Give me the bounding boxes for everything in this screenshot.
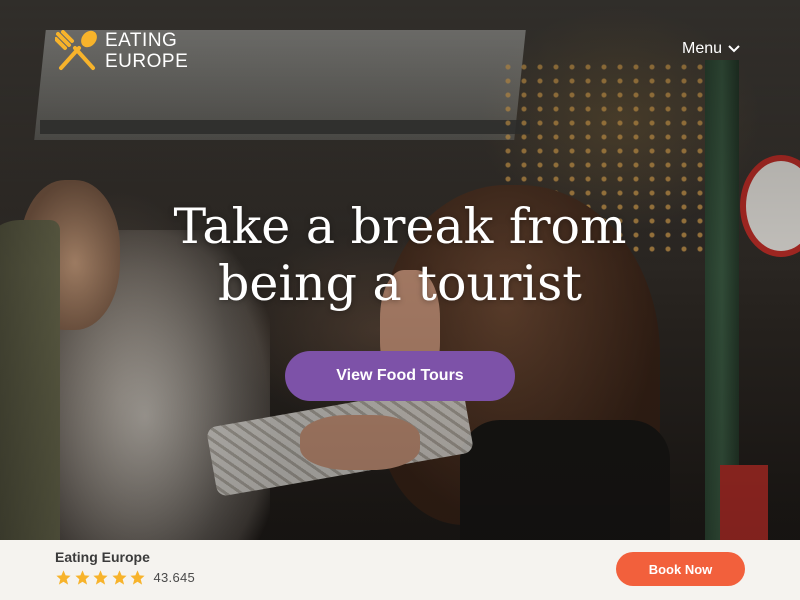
sticky-booking-bar: Eating Europe 43.645 Book Now <box>0 540 800 600</box>
bar-brand-name: Eating Europe <box>55 549 150 565</box>
star-icon <box>56 570 71 585</box>
site-logo[interactable]: EATING EUROPE <box>55 30 188 72</box>
chevron-down-icon <box>728 45 740 53</box>
headline-line-1: Take a break from <box>173 198 627 255</box>
headline-line-2: being a tourist <box>217 255 582 312</box>
hero-headline: Take a break from being a tourist <box>0 198 800 312</box>
star-icon <box>93 570 108 585</box>
view-food-tours-button[interactable]: View Food Tours <box>285 351 515 401</box>
fork-spoon-icon <box>55 30 97 70</box>
star-icon <box>74 570 90 585</box>
logo-line-1: EATING <box>105 30 178 51</box>
rating-count: 43.645 <box>153 570 196 585</box>
rating: 43.645 <box>55 569 195 586</box>
logo-wordmark: EATING EUROPE <box>105 30 188 72</box>
menu-label: Menu <box>682 40 723 57</box>
star-icon <box>130 570 145 585</box>
star-icon <box>111 570 127 585</box>
logo-line-2: EUROPE <box>105 51 189 72</box>
book-now-button[interactable]: Book Now <box>616 552 745 586</box>
menu-button[interactable]: Menu <box>682 40 740 58</box>
